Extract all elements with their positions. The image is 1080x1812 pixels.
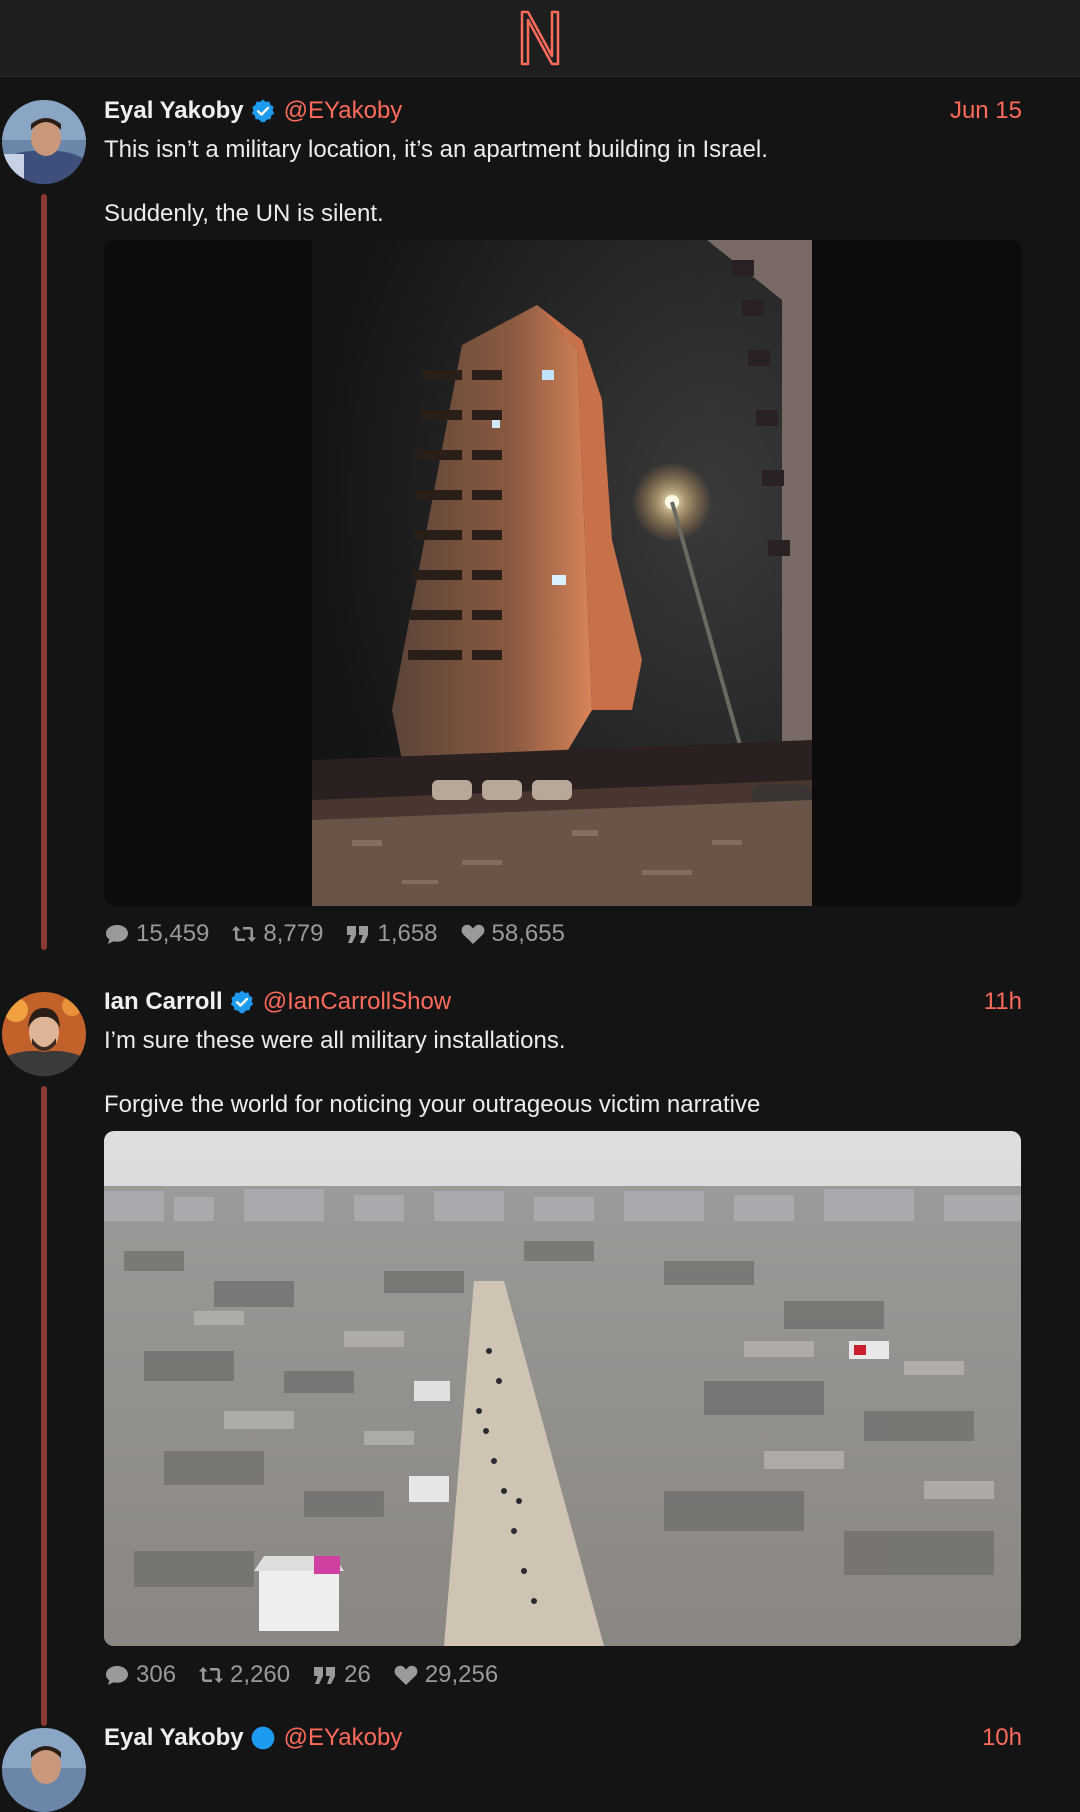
post-time[interactable]: 10h: [982, 1724, 1022, 1752]
repost-icon: [232, 926, 257, 942]
verified-badge-icon: [251, 99, 274, 123]
reply-count: 306: [136, 1661, 177, 1688]
like-button[interactable]: 29,256: [393, 1661, 498, 1689]
app-logo[interactable]: [516, 8, 564, 68]
post-stats: 306 2,260 26 29,256: [104, 1658, 520, 1692]
author-name[interactable]: Eyal Yakoby: [104, 97, 244, 125]
author-name[interactable]: Eyal Yakoby: [104, 1724, 244, 1752]
quote-button[interactable]: 26: [312, 1661, 371, 1689]
reply-icon: [106, 1666, 128, 1685]
post-text-line: Forgive the world for noticing your outr…: [104, 1091, 761, 1118]
repost-button[interactable]: 2,260: [198, 1661, 290, 1689]
like-count: 29,256: [424, 1661, 499, 1688]
quote-count: 26: [344, 1661, 371, 1688]
repost-count: 2,260: [230, 1661, 291, 1688]
quote-icon: [314, 1667, 336, 1684]
like-count: 58,655: [491, 920, 565, 947]
post-text-line: Suddenly, the UN is silent.: [104, 200, 384, 227]
post-text-line: This isn’t a military location, it’s an …: [104, 136, 768, 163]
author-handle[interactable]: @EYakoby: [284, 97, 403, 125]
repost-icon: [199, 1667, 224, 1683]
quote-button[interactable]: 1,658: [345, 920, 438, 948]
post-text: This isn’t a military location, it’s an …: [104, 134, 1022, 230]
top-bar: [0, 0, 1080, 77]
thread-line: [41, 1086, 47, 1726]
post-time[interactable]: 11h: [984, 988, 1022, 1016]
reply-count: 15,459: [136, 920, 210, 947]
quote-icon: [347, 926, 369, 943]
post-stats: 15,459 8,779 1,658 58,655: [104, 917, 587, 951]
author-name[interactable]: Ian Carroll: [104, 988, 223, 1016]
post-time[interactable]: Jun 15: [950, 97, 1022, 125]
reply-button[interactable]: 15,459: [104, 920, 209, 948]
reply-icon: [106, 925, 128, 944]
post-image[interactable]: [104, 1131, 1021, 1646]
verified-badge-icon: [230, 990, 253, 1014]
post-text: I’m sure these were all military install…: [104, 1025, 1022, 1121]
author-handle[interactable]: @EYakoby: [284, 1724, 403, 1752]
quote-count: 1,658: [377, 920, 438, 947]
verified-badge-icon: [251, 1726, 275, 1750]
heart-icon: [461, 924, 484, 944]
avatar[interactable]: [2, 100, 86, 184]
repost-button[interactable]: 8,779: [231, 920, 323, 948]
author-handle[interactable]: @IanCarrollShow: [263, 988, 451, 1016]
post-text-line: I’m sure these were all military install…: [104, 1027, 566, 1054]
thread-line: [41, 194, 47, 950]
heart-icon: [394, 1665, 418, 1685]
reply-button[interactable]: 306: [104, 1661, 176, 1689]
post-image[interactable]: [104, 240, 1021, 906]
repost-count: 8,779: [263, 920, 324, 947]
like-button[interactable]: 58,655: [460, 920, 565, 948]
avatar[interactable]: [2, 1728, 86, 1812]
avatar[interactable]: [2, 992, 86, 1076]
